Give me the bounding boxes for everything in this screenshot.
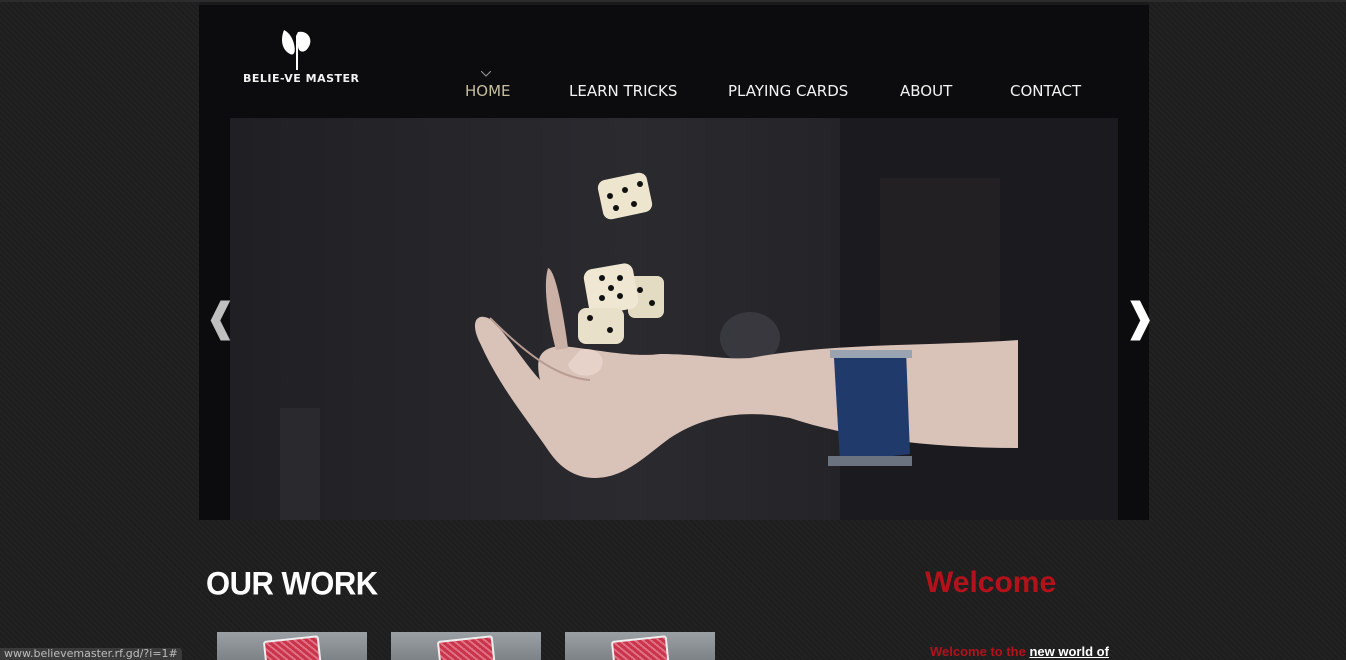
site-logo[interactable]: BELIE-VE MASTER (243, 26, 360, 88)
work-thumbnail[interactable] (217, 632, 367, 660)
our-work-title: OUR WORK (206, 565, 378, 602)
nav-item-playing-cards[interactable]: PLAYING CARDS (728, 82, 848, 100)
status-bar-url: www.believemaster.rf.gd/?i=1# (0, 648, 182, 660)
nav-item-contact[interactable]: CONTACT (1010, 82, 1081, 100)
work-thumbnail[interactable] (391, 632, 541, 660)
logo-text: BELIE-VE MASTER (243, 72, 360, 85)
nav-item-about[interactable]: ABOUT (900, 82, 952, 100)
slider-prev-button[interactable]: ❰ (204, 296, 238, 340)
believe-master-logo-icon (282, 30, 311, 70)
active-nav-caret-icon (481, 71, 491, 77)
work-thumbnail[interactable] (565, 632, 715, 660)
slider-next-button[interactable]: ❱ (1123, 296, 1157, 340)
playing-card-image (262, 635, 324, 660)
new-world-link[interactable]: new world of (1029, 644, 1108, 659)
nav-item-home[interactable]: HOME (465, 82, 511, 100)
playing-card-image (610, 635, 672, 660)
welcome-title: Welcome (925, 566, 1057, 599)
hand-tossing-dice-image (280, 118, 1118, 520)
die-top-icon (597, 172, 653, 220)
nav-item-learn-tricks[interactable]: LEARN TRICKS (569, 82, 677, 100)
playing-card-image (436, 635, 498, 660)
welcome-text-prefix: Welcome to the (930, 644, 1030, 659)
welcome-text: Welcome to the new world of (930, 644, 1109, 659)
hero-slider[interactable] (230, 118, 1118, 520)
